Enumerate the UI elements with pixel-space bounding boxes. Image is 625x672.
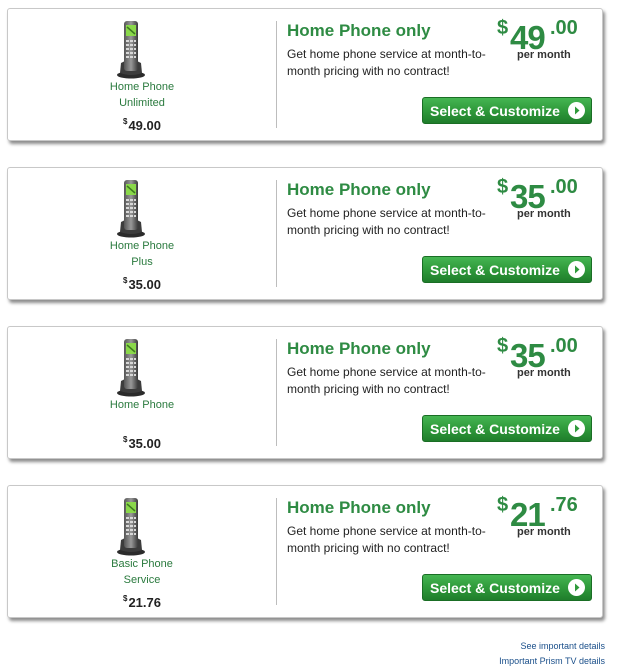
price-period: per month [517, 49, 571, 61]
arrow-circle-icon [568, 102, 585, 119]
price-currency: $ [497, 176, 509, 198]
plan-name: Basic Phone Service [111, 558, 173, 586]
prism-tv-details-link[interactable]: Important Prism TV details [499, 656, 605, 666]
plan-card: Basic Phone Service $21.76 Home Phone on… [7, 485, 603, 618]
arrow-circle-icon [568, 261, 585, 278]
plan-summary-price: $35.00 [8, 435, 276, 451]
plan-product: Home Phone Unlimited $49.00 [8, 9, 276, 140]
button-label: Select & Customize [430, 103, 560, 119]
cordless-phone-icon [117, 180, 145, 238]
price-currency: $ [497, 17, 509, 39]
button-label: Select & Customize [430, 421, 560, 437]
plan-name: Home Phone [109, 399, 175, 411]
plan-description: Get home phone service at month-to-month… [287, 206, 486, 237]
plan-description: Get home phone service at month-to-month… [287, 365, 486, 396]
divider [276, 21, 277, 128]
plan-title: Home Phone only [287, 339, 431, 358]
arrow-circle-icon [568, 420, 585, 437]
currency-symbol: $ [123, 594, 128, 603]
currency-symbol: $ [123, 276, 128, 285]
divider [276, 498, 277, 605]
select-customize-button[interactable]: Select & Customize [422, 574, 592, 601]
price-currency: $ [497, 494, 509, 516]
price-cents: .76 [550, 494, 578, 516]
currency-symbol: $ [123, 117, 128, 126]
plan-summary-price: $21.76 [8, 594, 276, 610]
price-period: per month [517, 526, 571, 538]
plan-name: Home Phone Unlimited [109, 81, 175, 109]
plan-title: Home Phone only [287, 180, 431, 199]
cordless-phone-icon [117, 498, 145, 556]
plan-card: Home Phone $35.00 Home Phone only Get ho… [7, 326, 603, 459]
plan-product: Basic Phone Service $21.76 [8, 486, 276, 617]
button-label: Select & Customize [430, 580, 560, 596]
plan-summary-amount: 35.00 [128, 277, 161, 292]
plan-product: Home Phone Plus $35.00 [8, 168, 276, 299]
plan-card: Home Phone Plus $35.00 Home Phone only G… [7, 167, 603, 300]
plan-name: Home Phone Plus [109, 240, 175, 268]
plan-title: Home Phone only [287, 21, 431, 40]
plan-summary-amount: 35.00 [128, 436, 161, 451]
divider [276, 339, 277, 446]
price-currency: $ [497, 335, 509, 357]
select-customize-button[interactable]: Select & Customize [422, 256, 592, 283]
plan-description: Get home phone service at month-to-month… [287, 47, 486, 78]
plan-summary-amount: 21.76 [128, 595, 161, 610]
plan-summary-price: $35.00 [8, 276, 276, 292]
plan-summary-amount: 49.00 [128, 118, 161, 133]
price-cents: .00 [550, 176, 578, 198]
plan-summary-price: $49.00 [8, 117, 276, 133]
plan-title: Home Phone only [287, 498, 431, 517]
price-period: per month [517, 208, 571, 220]
price-cents: .00 [550, 17, 578, 39]
plan-product: Home Phone $35.00 [8, 327, 276, 458]
divider [276, 180, 277, 287]
important-details-link[interactable]: See important details [520, 641, 605, 651]
select-customize-button[interactable]: Select & Customize [422, 97, 592, 124]
select-customize-button[interactable]: Select & Customize [422, 415, 592, 442]
cordless-phone-icon [117, 21, 145, 79]
cordless-phone-icon [117, 339, 145, 397]
plan-card: Home Phone Unlimited $49.00 Home Phone o… [7, 8, 603, 141]
currency-symbol: $ [123, 435, 128, 444]
arrow-circle-icon [568, 579, 585, 596]
plan-description: Get home phone service at month-to-month… [287, 524, 486, 555]
price-cents: .00 [550, 335, 578, 357]
button-label: Select & Customize [430, 262, 560, 278]
price-period: per month [517, 367, 571, 379]
